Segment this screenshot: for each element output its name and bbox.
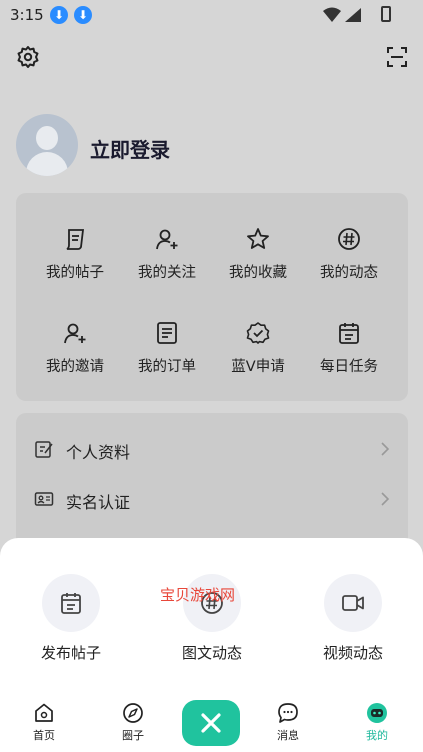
invite-icon bbox=[64, 323, 86, 344]
grid-item-daily-tasks[interactable]: 每日任务 bbox=[300, 321, 398, 376]
action-label: 视频动态 bbox=[322, 644, 383, 662]
grid-item-label: 我的帖子 bbox=[46, 265, 104, 281]
status-time: 3:15 bbox=[10, 6, 44, 24]
avatar[interactable] bbox=[16, 114, 78, 176]
grid-item-my-posts[interactable]: 我的帖子 bbox=[26, 227, 124, 282]
download-icon: ⬇ bbox=[74, 6, 92, 24]
download-icon: ⬇ bbox=[50, 6, 68, 24]
edit-profile-icon bbox=[35, 441, 53, 458]
grid-item-label: 我的订单 bbox=[138, 359, 196, 375]
tab-label: 首页 bbox=[33, 729, 55, 742]
login-link[interactable]: 立即登录 bbox=[90, 134, 170, 163]
close-publish-button[interactable] bbox=[182, 700, 240, 746]
battery-icon bbox=[381, 6, 391, 22]
star-icon bbox=[247, 228, 269, 249]
mine-icon bbox=[367, 703, 387, 723]
verified-badge-icon bbox=[246, 322, 270, 344]
grid-item-label: 蓝V申请 bbox=[231, 359, 285, 375]
profile-header[interactable] bbox=[16, 114, 78, 176]
tab-label: 圈子 bbox=[122, 729, 144, 742]
follow-icon bbox=[156, 229, 178, 250]
feature-grid: 我的帖子 我的关注 我的收藏 我的动态 我的邀请 我的订单 蓝V申请 每日任务 bbox=[16, 193, 408, 401]
tab-circle[interactable]: 圈子 bbox=[103, 702, 163, 743]
grid-item-my-follows[interactable]: 我的关注 bbox=[118, 227, 216, 282]
list-item-real-name[interactable]: 实名认证 bbox=[16, 479, 408, 519]
video-moment-button[interactable]: 视频动态 bbox=[298, 574, 408, 663]
order-icon bbox=[157, 322, 177, 344]
tab-home[interactable]: 首页 bbox=[14, 702, 74, 743]
publish-post-button[interactable]: 发布帖子 bbox=[16, 574, 126, 663]
settings-list: 个人资料 实名认证 bbox=[16, 413, 408, 553]
grid-item-label: 我的关注 bbox=[138, 265, 196, 281]
grid-item-my-moments[interactable]: 我的动态 bbox=[300, 227, 398, 282]
close-icon bbox=[201, 713, 221, 733]
grid-item-label: 我的收藏 bbox=[229, 265, 287, 281]
grid-item-label: 我的动态 bbox=[320, 265, 378, 281]
list-item-label: 实名认证 bbox=[66, 493, 131, 512]
grid-item-label: 我的邀请 bbox=[46, 359, 104, 375]
grid-item-my-invites[interactable]: 我的邀请 bbox=[26, 321, 124, 376]
signal-wifi-icon bbox=[323, 7, 361, 22]
chevron-right-icon bbox=[381, 442, 390, 456]
grid-item-my-favorites[interactable]: 我的收藏 bbox=[209, 227, 307, 282]
grid-item-blue-v-apply[interactable]: 蓝V申请 bbox=[209, 321, 307, 376]
calendar-post-icon bbox=[61, 593, 81, 614]
grid-item-my-orders[interactable]: 我的订单 bbox=[118, 321, 216, 376]
scan-icon[interactable] bbox=[385, 45, 409, 69]
tab-mine[interactable]: 我的 bbox=[347, 702, 407, 743]
calendar-icon bbox=[339, 323, 359, 344]
list-item-label: 个人资料 bbox=[66, 443, 131, 462]
tab-label: 我的 bbox=[366, 729, 388, 742]
chat-icon bbox=[278, 703, 298, 723]
settings-gear-icon[interactable] bbox=[16, 45, 40, 69]
id-card-icon bbox=[34, 492, 54, 506]
action-label: 发布帖子 bbox=[40, 644, 101, 662]
hashtag-icon bbox=[338, 228, 360, 250]
video-icon bbox=[342, 595, 364, 611]
status-bar: 3:15 ⬇ ⬇ bbox=[0, 0, 423, 30]
post-icon bbox=[66, 229, 85, 250]
grid-item-label: 每日任务 bbox=[320, 359, 378, 375]
compass-icon bbox=[123, 703, 143, 723]
watermark: 宝贝游戏网 bbox=[160, 586, 236, 604]
tab-label: 消息 bbox=[277, 729, 299, 742]
action-label: 图文动态 bbox=[181, 644, 242, 662]
home-icon bbox=[35, 703, 53, 722]
tab-messages[interactable]: 消息 bbox=[258, 702, 318, 743]
list-item-profile[interactable]: 个人资料 bbox=[16, 429, 408, 469]
chevron-right-icon bbox=[381, 492, 390, 506]
